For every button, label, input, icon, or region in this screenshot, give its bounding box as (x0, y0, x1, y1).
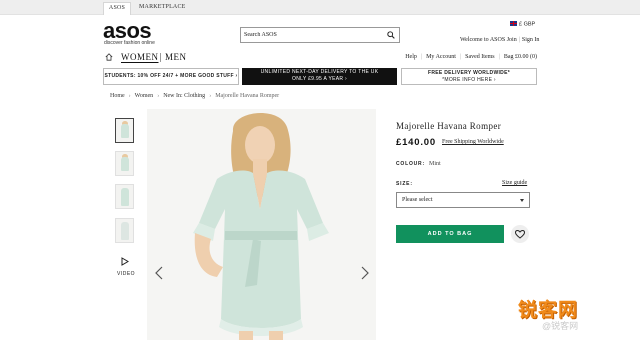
breadcrumb-current: Majorelle Havana Romper (215, 93, 280, 99)
tab-asos[interactable]: ASOS (103, 2, 131, 15)
uk-flag-icon (510, 21, 517, 26)
tab-marketplace[interactable]: MARKETPLACE (134, 2, 191, 15)
free-shipping-link[interactable]: Free Shipping Worldwide (442, 139, 504, 145)
video-label: VIDEO (117, 271, 136, 277)
search-icon[interactable] (387, 31, 395, 39)
colour-value: Mint (429, 161, 441, 167)
breadcrumb-women[interactable]: Women (135, 93, 154, 99)
play-icon (121, 257, 129, 266)
nav-divider (160, 53, 161, 62)
home-icon[interactable] (105, 53, 113, 61)
nav-women[interactable]: WOMEN (121, 52, 159, 62)
free-delivery-line2: *MORE INFO HERE › (442, 77, 496, 83)
thumbnail-4[interactable] (115, 218, 134, 243)
logo-wordmark: asos (103, 18, 152, 43)
search-input[interactable] (244, 30, 374, 40)
size-label: SIZE: (396, 181, 413, 187)
main-nav: WOMEN MEN Help | My Account | Saved Items | Ba… (103, 52, 537, 65)
product-title: Majorelle Havana Romper (396, 121, 502, 131)
product-main-image[interactable] (147, 109, 376, 340)
logo-tagline: discover fashion online (104, 40, 155, 46)
colour-label: COLOUR: (396, 161, 425, 167)
prev-image-arrow-icon[interactable] (154, 266, 164, 280)
thumbnail-1[interactable] (115, 118, 134, 143)
thumbnail-3[interactable] (115, 184, 134, 209)
thumbnail-2[interactable] (115, 151, 134, 176)
breadcrumb-new-in[interactable]: New In: Clothing (163, 93, 205, 99)
join-link[interactable]: Join (507, 37, 517, 43)
size-select-value: Please select (402, 197, 433, 203)
nav-men[interactable]: MEN (165, 52, 187, 62)
welcome-bar: Welcome to ASOS Join | Sign In (460, 37, 540, 43)
product-price: £140.00 (396, 137, 436, 148)
next-image-arrow-icon[interactable] (360, 266, 370, 280)
account-links: Help | My Account | Saved Items | Bag £0.00 (0… (405, 54, 537, 60)
search-box (240, 27, 400, 43)
add-to-bag-button[interactable]: ADD TO BAG (396, 225, 504, 243)
bag-link[interactable]: Bag £0.00 (0) (504, 54, 537, 60)
breadcrumb: Home › Women › New In: Clothing › Majorelle Ha… (110, 93, 280, 99)
heart-icon (515, 230, 525, 239)
product-photo (147, 109, 376, 340)
asos-logo[interactable]: asos discover fashion online (103, 18, 163, 47)
welcome-text: Welcome to ASOS (460, 37, 506, 43)
top-bar: ASOS MARKETPLACE (0, 0, 640, 15)
help-link[interactable]: Help (405, 54, 417, 60)
watermark-handle: @锐客网 (542, 321, 579, 331)
currency-selector[interactable]: £ GBP (510, 21, 535, 28)
size-guide-link[interactable]: Size guide (502, 180, 527, 186)
free-delivery-line1: FREE DELIVERY WORLDWIDE* (428, 70, 510, 76)
chevron-down-icon (520, 199, 524, 202)
free-delivery-promo[interactable]: FREE DELIVERY WORLDWIDE* *MORE INFO HERE… (401, 68, 537, 85)
students-promo-text: STUDENTS: 10% OFF 24/7 + MORE GOOD STUFF… (104, 73, 238, 79)
breadcrumb-home[interactable]: Home (110, 93, 125, 99)
watermark-logo: 锐客网 (518, 299, 579, 321)
watermark: 锐客网 @锐客网 (518, 295, 626, 335)
size-select[interactable]: Please select (396, 192, 530, 208)
sign-in-link[interactable]: Sign In (522, 37, 540, 43)
delivery-promo-line1: UNLIMITED NEXT-DAY DELIVERY TO THE UK (260, 69, 379, 75)
saved-items-link[interactable]: Saved Items (465, 54, 495, 60)
delivery-promo-line2: ONLY £9.95 A YEAR › (292, 76, 347, 82)
save-for-later-button[interactable] (511, 225, 529, 243)
students-promo[interactable]: STUDENTS: 10% OFF 24/7 + MORE GOOD STUFF… (103, 68, 239, 85)
currency-label: £ GBP (519, 21, 536, 28)
delivery-promo[interactable]: UNLIMITED NEXT-DAY DELIVERY TO THE UK ON… (242, 68, 397, 85)
my-account-link[interactable]: My Account (426, 54, 456, 60)
